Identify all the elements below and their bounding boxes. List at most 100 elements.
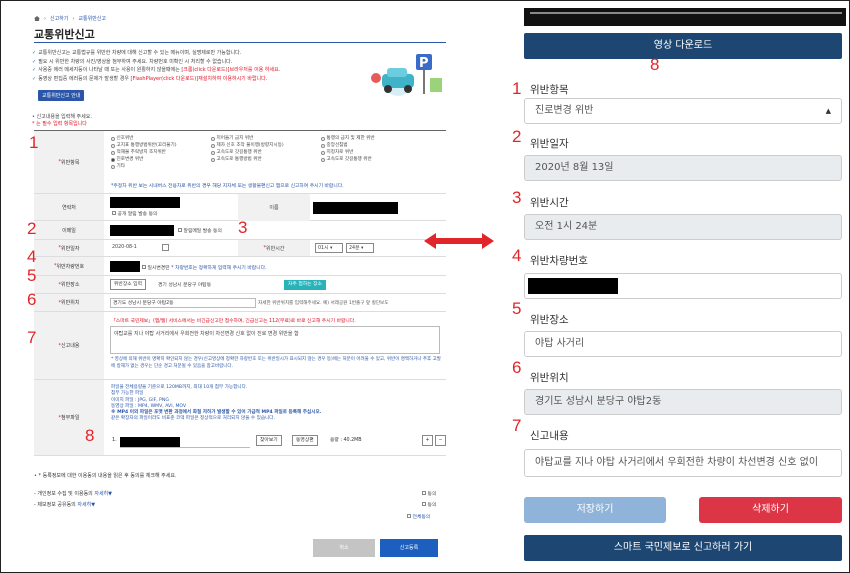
contact-label: 연락처 bbox=[62, 204, 76, 211]
content-label: 신고내용 bbox=[530, 430, 569, 442]
mobile-report-form: 영상 다운로드 위반항목 진로변경 위반 ▲ 위반일자 2020년 8월 13일… bbox=[516, 0, 850, 573]
radio-button[interactable] bbox=[111, 150, 115, 155]
place-input-button[interactable]: 위반장소 입력 bbox=[110, 279, 147, 290]
violation-option[interactable]: 지정차로 위반 bbox=[321, 149, 431, 156]
radio-button[interactable] bbox=[111, 136, 115, 141]
violation-options: 신호위반 끼어들기 금지 위반 통행의 금지 및 제한 위반고지표 통행방법위반(꼬… bbox=[111, 135, 431, 170]
consent-privacy-detail-link[interactable]: 자세히▼ bbox=[94, 491, 112, 497]
place-label: 위반장소 bbox=[61, 282, 80, 288]
place-field[interactable]: 야탑 사거리 bbox=[524, 331, 842, 357]
attachment-label: 첨부파일 bbox=[61, 415, 80, 421]
radio-button[interactable] bbox=[321, 136, 325, 141]
location-label: 위반위치 bbox=[61, 300, 80, 306]
email-input-redacted[interactable] bbox=[110, 225, 174, 236]
violation-option[interactable]: 고속도로 갓길통행 위반 bbox=[321, 156, 431, 163]
minute-select[interactable]: 24분 ▾ bbox=[346, 243, 374, 253]
violation-option[interactable]: 제차 신호 조작 불이행(방향지시등) bbox=[211, 142, 321, 149]
add-file-button[interactable]: + bbox=[422, 435, 433, 446]
radio-button[interactable] bbox=[211, 157, 215, 162]
violation-option[interactable]: 적재물 추락방지 조치위반 bbox=[111, 149, 211, 156]
date-field[interactable]: 2020년 8월 13일 bbox=[524, 155, 842, 181]
browse-button[interactable]: 찾아보기 bbox=[256, 435, 282, 446]
video-progress[interactable] bbox=[530, 12, 842, 14]
violation-note: *주정차 위반 보는 시내버스 전용차로 위반의 경우 해당 지자체 또는 생활… bbox=[111, 184, 344, 189]
hour-select[interactable]: 01시 ▾ bbox=[315, 243, 343, 253]
location-input[interactable]: 경기도 성남시 분당구 야탑2동 bbox=[110, 298, 256, 308]
content-field[interactable]: 야탑교를 지나 야탑 사거리에서 우회전한 차량이 차선변경 신호 없이 bbox=[524, 449, 842, 477]
content-textarea[interactable]: 야탑교를 지나 야탑 사거리에서 우회전한 차량이 차선변경 신호 없이 진로 … bbox=[110, 326, 440, 354]
location-field[interactable]: 경기도 성남시 분당구 야탑2동 bbox=[524, 389, 842, 415]
plate-label: 위반차량번호 bbox=[56, 263, 85, 270]
radio-button[interactable] bbox=[321, 143, 325, 148]
consent-share-detail-link[interactable]: 자세히▼ bbox=[77, 502, 95, 508]
attach-info: 동영상 파일 : MP4, WMV, AVI, MOV bbox=[111, 403, 187, 409]
video-player[interactable] bbox=[524, 8, 846, 26]
delete-button[interactable]: 삭제하기 bbox=[699, 497, 842, 523]
violation-option[interactable]: 통행의 금지 및 제한 위반 bbox=[321, 135, 431, 142]
date-input[interactable]: 2020-08-1 bbox=[110, 243, 162, 253]
cancel-button[interactable]: 취소 bbox=[313, 539, 375, 557]
row-content: * 신고내용 「스마트 국민제보」(앱/웹) 서비스에서는 비긴급신고만 접수하며… bbox=[34, 312, 446, 380]
plate-input-redacted[interactable] bbox=[110, 261, 140, 272]
radio-button[interactable] bbox=[211, 136, 215, 141]
annotation-number: 6 bbox=[512, 358, 522, 377]
page-title: 교통위반신고 bbox=[34, 28, 95, 41]
annotation-number: 6 bbox=[27, 290, 37, 309]
plate-redacted bbox=[528, 278, 618, 294]
radio-button[interactable] bbox=[321, 157, 325, 162]
violation-type-select[interactable]: 진로변경 위반 ▲ bbox=[524, 98, 842, 124]
annotation-number: 8 bbox=[650, 55, 660, 74]
sms-agree-checkbox[interactable] bbox=[112, 211, 116, 215]
car-parking-illustration-icon: P bbox=[371, 54, 442, 96]
calendar-icon[interactable] bbox=[162, 244, 169, 251]
violation-option-label: 통행의 금지 및 제한 위반 bbox=[326, 136, 375, 141]
radio-button[interactable] bbox=[211, 150, 215, 155]
row-attachment: * 첨부파일 파일을 전체용량을 기준으로 120MB까지, 최대 10개 첨부 … bbox=[34, 380, 446, 456]
violation-option-label: 고속도로 갓길통행 위반 bbox=[216, 150, 262, 155]
guide-button[interactable]: 교통위반신고 안내 bbox=[38, 90, 85, 101]
violation-option[interactable]: 기타 bbox=[111, 163, 211, 170]
video-download-button[interactable]: 영상 다운로드 bbox=[524, 33, 842, 59]
violation-option-label: 지정차로 위반 bbox=[326, 150, 354, 155]
video-edit-button[interactable]: 동영상편 bbox=[292, 435, 318, 446]
report-smart-button[interactable]: 스마트 국민제보로 신고하러 가기 bbox=[524, 535, 842, 561]
breadcrumb-item[interactable]: 교통위반신고 bbox=[78, 15, 106, 22]
time-field[interactable]: 오전 1시 24분 bbox=[524, 214, 842, 240]
time-label: 위반시간 bbox=[266, 245, 285, 252]
violation-option[interactable]: 신호위반 bbox=[111, 135, 211, 142]
violation-option[interactable]: 고속도로 통행방법 위반 bbox=[211, 156, 321, 163]
breadcrumb-item[interactable]: 신고하기 bbox=[50, 15, 68, 22]
email-agree-checkbox[interactable] bbox=[178, 228, 182, 232]
radio-button[interactable] bbox=[111, 157, 115, 162]
consent-privacy-label: - 개인정보 수집 및 이용동의 bbox=[34, 491, 93, 497]
radio-button[interactable] bbox=[111, 164, 115, 169]
place-label: 위반장소 bbox=[530, 314, 569, 326]
consent-share-checkbox[interactable] bbox=[422, 502, 426, 506]
annotation-number: 8 bbox=[85, 426, 95, 445]
contact-input-redacted[interactable] bbox=[110, 197, 180, 208]
consent-privacy-checkbox[interactable] bbox=[422, 491, 426, 495]
notice-item: ✓ 교통위반신고는 교통법규를 위반한 차량에 대해 신고할 수 있는 메뉴이며,… bbox=[32, 50, 242, 56]
violation-option[interactable]: 고지표 통행방법위반(꼬리물기) bbox=[111, 142, 211, 149]
violation-option[interactable]: 중앙선침범 bbox=[321, 142, 431, 149]
frequent-place-button[interactable]: 자주 접하는 장소 bbox=[284, 280, 326, 290]
name-input-redacted[interactable] bbox=[313, 202, 398, 214]
submit-button[interactable]: 신고등록 bbox=[380, 539, 438, 557]
save-button[interactable]: 저장하기 bbox=[524, 497, 666, 523]
violation-option[interactable]: 끼어들기 금지 위반 bbox=[211, 135, 321, 142]
consent-all-checkbox[interactable] bbox=[407, 514, 411, 518]
remove-file-button[interactable]: − bbox=[435, 435, 446, 446]
plate-unknown-checkbox[interactable] bbox=[142, 265, 146, 269]
plate-field[interactable] bbox=[524, 273, 842, 299]
radio-button[interactable] bbox=[111, 143, 115, 148]
radio-button[interactable] bbox=[321, 150, 325, 155]
violation-option[interactable]: 고속도로 갓길통행 위반 bbox=[211, 149, 321, 156]
violation-option[interactable]: 진로변경 위반 bbox=[111, 156, 211, 163]
home-icon[interactable] bbox=[34, 16, 40, 21]
annotation-number: 2 bbox=[27, 219, 37, 238]
consent-intro: * 등록정보에 대한 이용동의 내용을 읽은 후 동의를 체크해 주세요. bbox=[38, 473, 177, 479]
violation-option-label: 중앙선침범 bbox=[326, 143, 348, 148]
annotation-number: 1 bbox=[29, 133, 39, 152]
attach-size: 용량 : 40.2MB bbox=[330, 438, 362, 443]
radio-button[interactable] bbox=[211, 143, 215, 148]
